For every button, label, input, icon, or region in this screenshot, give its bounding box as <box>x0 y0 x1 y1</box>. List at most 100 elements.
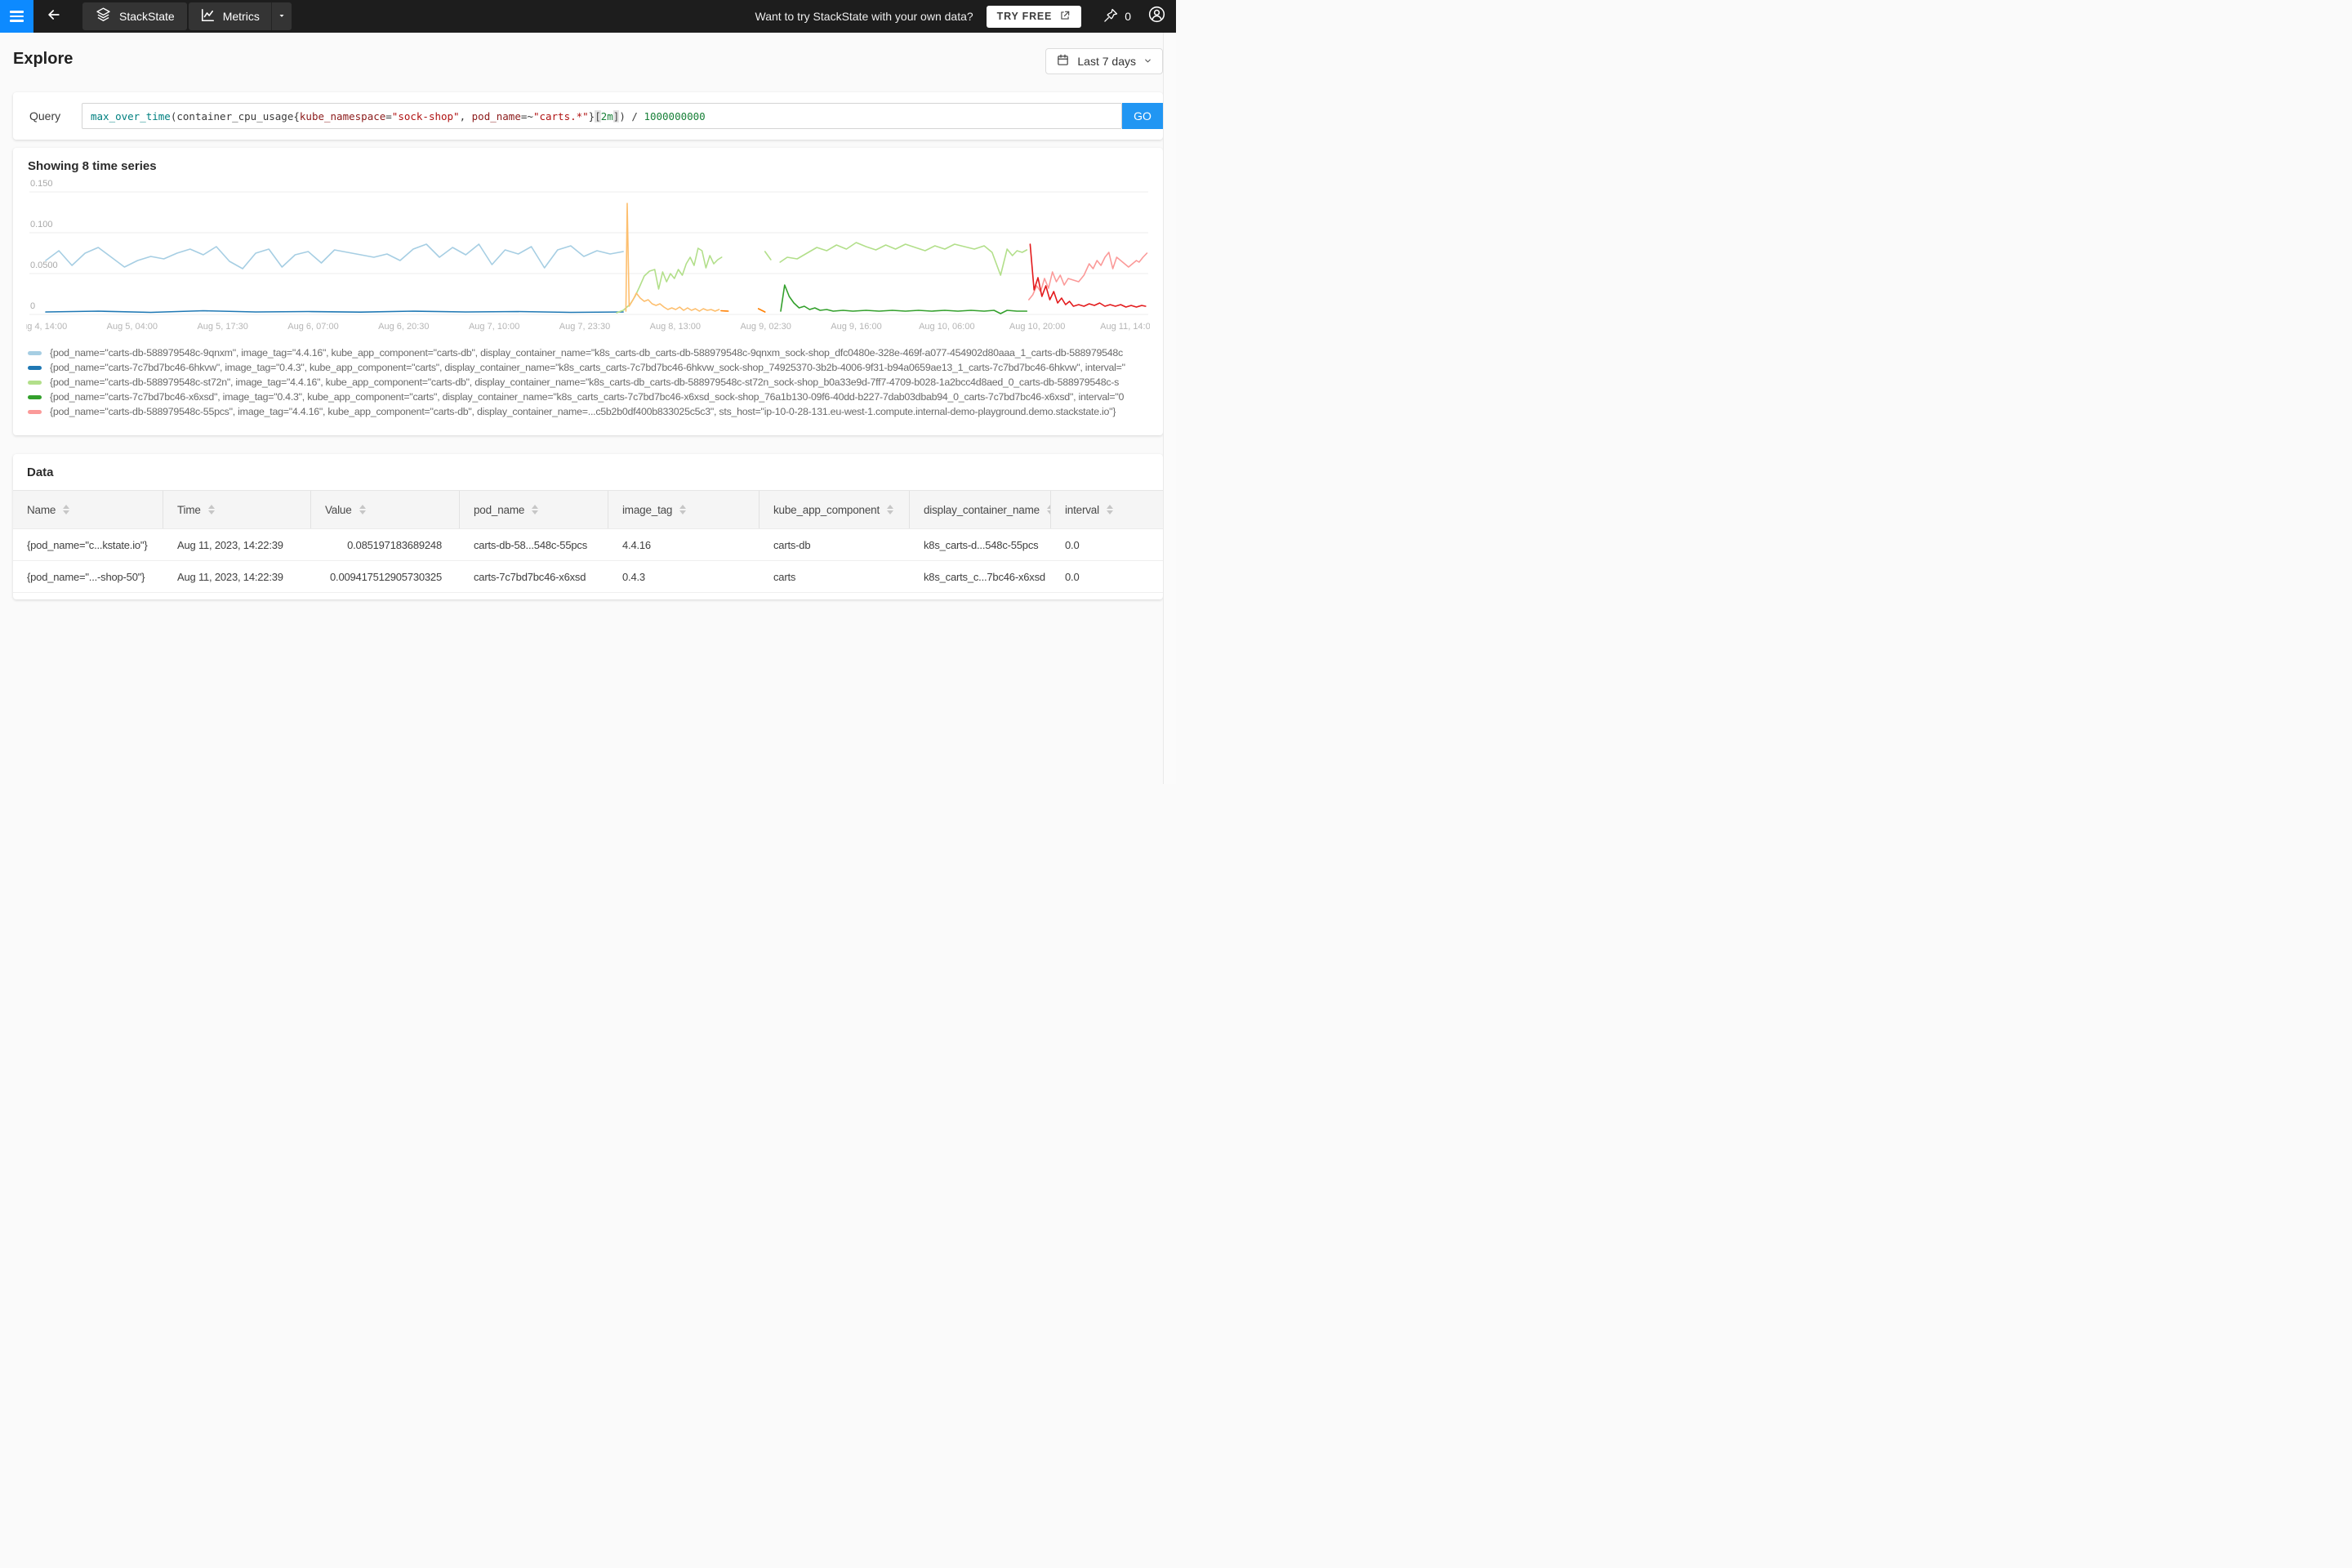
legend-item[interactable]: {pod_name="carts-db-588979548c-9qnxm", i… <box>28 345 1150 360</box>
timeseries-chart: 0.150 0.100 0.0500 0 Aug 4, 14:00 Aug 5, 04:0… <box>26 179 1150 332</box>
table-row[interactable]: {pod_name="c...kstate.io"} Aug 11, 2023, … <box>13 529 1163 561</box>
pin-icon <box>1102 7 1119 26</box>
nav-tab-metrics-group: Metrics <box>188 2 292 30</box>
legend-label: {pod_name="carts-7c7bd7bc46-6hkvw", imag… <box>50 362 1125 373</box>
table-cell: 4.4.16 <box>622 538 651 551</box>
pin-count: 0 <box>1125 10 1131 23</box>
column-label: image_tag <box>622 503 673 516</box>
svg-text:Aug 10, 06:00: Aug 10, 06:00 <box>919 322 975 332</box>
table-cell: carts <box>773 570 796 583</box>
query-token: 2m <box>600 109 613 122</box>
chart-panel: Showing 8 time series 0.150 0.100 0.0500 0 A… <box>13 148 1163 435</box>
column-header-name[interactable]: Name <box>13 491 163 528</box>
legend-swatch <box>28 380 42 385</box>
go-button[interactable]: GO <box>1122 103 1163 129</box>
caret-down-icon <box>278 9 286 24</box>
table-cell: 0.0 <box>1065 538 1080 551</box>
calendar-icon <box>1056 53 1070 69</box>
legend-label: {pod_name="carts-db-588979548c-55pcs", i… <box>50 406 1116 417</box>
column-header-image_tag[interactable]: image_tag <box>608 491 760 528</box>
svg-text:Aug 10, 20:00: Aug 10, 20:00 <box>1009 322 1066 332</box>
query-token: } <box>588 109 595 122</box>
table-cell: carts-db <box>773 538 811 551</box>
svg-text:Aug 9, 02:30: Aug 9, 02:30 <box>740 322 791 332</box>
back-button[interactable] <box>38 0 69 33</box>
top-navbar: StackState Metrics Want to try StackStat… <box>0 0 1176 33</box>
svg-text:0.100: 0.100 <box>30 220 53 229</box>
nav-tab-group: StackState Metrics <box>82 2 292 30</box>
svg-text:0.0500: 0.0500 <box>30 261 58 270</box>
column-header-display_container_name[interactable]: display_container_name <box>910 491 1051 528</box>
svg-text:Aug 7, 10:00: Aug 7, 10:00 <box>469 322 519 332</box>
column-label: interval <box>1065 503 1099 516</box>
column-label: Time <box>177 503 201 516</box>
chart-title: Showing 8 time series <box>28 159 157 173</box>
pinned-items-button[interactable]: 0 <box>1102 7 1131 26</box>
nav-tab-metrics-label: Metrics <box>222 10 260 23</box>
scrollbar[interactable] <box>1163 33 1176 784</box>
nav-tab-metrics[interactable]: Metrics <box>189 2 271 30</box>
svg-text:Aug 6, 20:30: Aug 6, 20:30 <box>378 322 429 332</box>
column-header-time[interactable]: Time <box>163 491 311 528</box>
query-input[interactable]: max_over_time(container_cpu_usage{kube_n… <box>82 103 1122 129</box>
column-label: pod_name <box>474 503 525 516</box>
nav-tab-stackstate-label: StackState <box>119 10 175 23</box>
table-cell: carts-db-58...548c-55pcs <box>474 538 587 551</box>
try-free-button[interactable]: TRY FREE <box>986 5 1082 28</box>
legend-label: {pod_name="carts-db-588979548c-9qnxm", i… <box>50 347 1123 359</box>
line-chart-icon <box>200 7 216 25</box>
sort-icon <box>63 505 70 514</box>
column-header-pod_name[interactable]: pod_name <box>460 491 608 528</box>
legend-label: {pod_name="carts-7c7bd7bc46-x6xsd", imag… <box>50 391 1125 403</box>
query-token: { <box>293 109 300 122</box>
query-token: [ <box>595 109 601 122</box>
table-cell: 0.4.3 <box>622 570 645 583</box>
legend-swatch <box>28 394 42 399</box>
column-label: Value <box>325 503 352 516</box>
legend-item[interactable]: {pod_name="carts-db-588979548c-st72n", i… <box>28 375 1150 390</box>
navbar-right: Want to try StackState with your own dat… <box>755 5 1177 28</box>
time-range-selector[interactable]: Last 7 days <box>1045 48 1163 74</box>
nav-tab-stackstate[interactable]: StackState <box>82 2 187 30</box>
svg-text:Aug 5, 17:30: Aug 5, 17:30 <box>197 322 247 332</box>
query-token: container_cpu_usage <box>176 109 294 122</box>
try-free-label: TRY FREE <box>996 11 1053 22</box>
query-token: =~ <box>520 109 533 122</box>
svg-text:Aug 4, 14:00: Aug 4, 14:00 <box>26 322 67 332</box>
table-row[interactable]: {pod_name="...-shop-50"} Aug 11, 2023, 14… <box>13 561 1163 593</box>
legend-item[interactable]: {pod_name="carts-db-588979548c-55pcs", i… <box>28 404 1150 419</box>
metrics-dropdown-button[interactable] <box>270 2 292 30</box>
table-header: Name Time Value pod_name image_tag kube_app_c… <box>13 490 1163 529</box>
column-label: Name <box>27 503 56 516</box>
table-cell: 0.085197183689248 <box>347 538 442 551</box>
sort-icon <box>207 505 215 514</box>
sort-icon <box>359 505 366 514</box>
query-token: "sock-shop" <box>391 109 460 122</box>
legend-item[interactable]: {pod_name="carts-7c7bd7bc46-x6xsd", imag… <box>28 390 1150 404</box>
table-cell: 0.0 <box>1065 570 1080 583</box>
table-cell: k8s_carts_c...7bc46-x6xsd <box>924 570 1045 583</box>
sort-icon <box>887 505 894 514</box>
chevron-down-icon <box>1143 55 1152 68</box>
query-token: pod_name <box>471 109 521 122</box>
column-header-value[interactable]: Value <box>311 491 460 528</box>
sort-icon <box>1106 505 1113 514</box>
column-header-interval[interactable]: interval <box>1051 491 1163 528</box>
svg-text:Aug 5, 04:00: Aug 5, 04:00 <box>107 322 158 332</box>
hamburger-menu-button[interactable] <box>0 0 33 33</box>
table-cell: carts-7c7bd7bc46-x6xsd <box>474 570 586 583</box>
stackstate-logo-icon <box>95 7 112 26</box>
sort-icon <box>679 505 687 514</box>
svg-text:0: 0 <box>30 301 35 311</box>
query-panel: Query max_over_time(container_cpu_usage{… <box>13 92 1163 140</box>
column-header-kube_app_component[interactable]: kube_app_component <box>760 491 910 528</box>
svg-text:0.150: 0.150 <box>30 179 53 189</box>
legend-item[interactable]: {pod_name="carts-7c7bd7bc46-6hkvw", imag… <box>28 360 1150 375</box>
table-cell: k8s_carts-d...548c-55pcs <box>924 538 1039 551</box>
query-token: "carts.*" <box>532 109 589 122</box>
column-label: kube_app_component <box>773 503 880 516</box>
table-cell: Aug 11, 2023, 14:22:39 <box>177 570 283 583</box>
legend-label: {pod_name="carts-db-588979548c-st72n", i… <box>50 376 1120 388</box>
user-avatar-button[interactable] <box>1147 5 1166 28</box>
data-title: Data <box>27 466 54 479</box>
